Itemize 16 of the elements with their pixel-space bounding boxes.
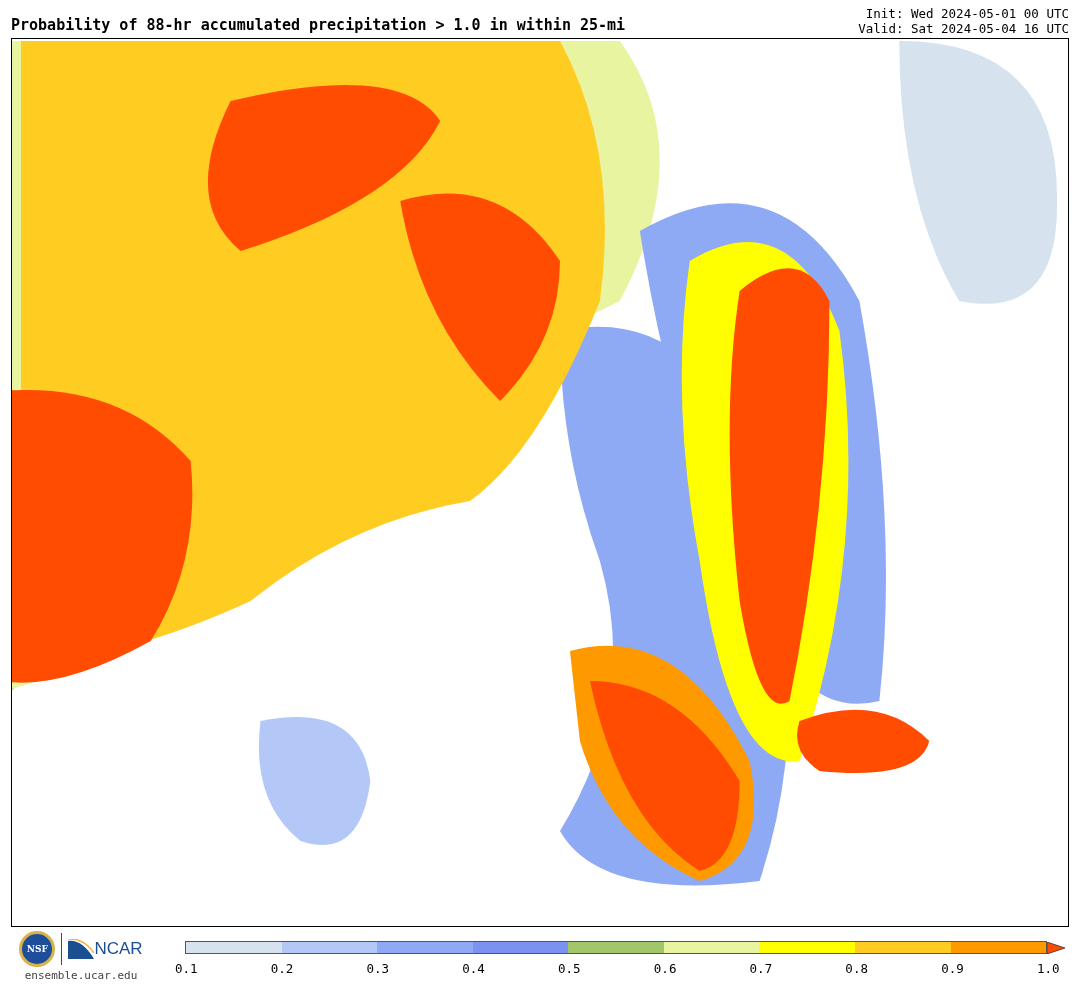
site-url: ensemble.ucar.edu — [24, 969, 138, 982]
init-time: Init: Wed 2024-05-01 00 UTC — [865, 6, 1069, 21]
tick-label: 1.0 — [1036, 961, 1057, 976]
valid-time: Valid: Sat 2024-05-04 16 UTC — [858, 21, 1069, 36]
tick-label: 0.4 — [462, 961, 483, 976]
tick-label: 0.8 — [845, 961, 866, 976]
plot-title: Probability of 88-hr accumulated precipitation > 1.0 in within 25-mi — [11, 16, 626, 36]
tick-label: 0.6 — [653, 961, 674, 976]
ncar-logo: NCAR — [68, 939, 143, 959]
tick-label: 0.3 — [366, 961, 387, 976]
tick-label: 0.1 — [175, 961, 195, 976]
tick-label: 0.5 — [558, 961, 579, 976]
tick-label: 0.9 — [941, 961, 962, 976]
tick-label: 0.7 — [749, 961, 770, 976]
tick-label: 0.2 — [270, 961, 291, 976]
nsf-logo: NSF — [19, 931, 56, 967]
